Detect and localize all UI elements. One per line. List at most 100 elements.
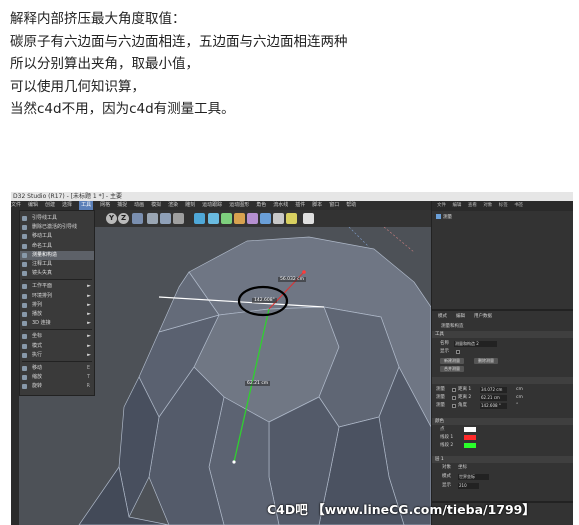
cube-icon[interactable] [194, 213, 205, 224]
segment1-color-swatch[interactable] [464, 435, 476, 440]
nurbs-icon[interactable] [221, 213, 232, 224]
tools-menu-item[interactable]: 工作平面 ► [20, 282, 94, 291]
object-row[interactable]: 测量 [436, 214, 452, 220]
menu-item[interactable]: 角色 [256, 201, 266, 210]
attr-tab-edit[interactable]: 编辑 [456, 314, 465, 320]
measure-row-value[interactable]: 142.608 ° [480, 403, 507, 409]
om-menu-bookmarks[interactable]: 书签 [514, 203, 523, 208]
name-field[interactable]: 测量和构造 2 [454, 341, 497, 347]
new-measure-button[interactable]: 新建测量 [440, 358, 464, 364]
menu-item[interactable]: 捕捉 [117, 201, 127, 210]
submenu-arrow-icon: ► [87, 311, 91, 317]
tools-menu-item[interactable]: 注释工具 [20, 260, 94, 269]
measure-row-checkbox[interactable] [452, 396, 456, 400]
menu-item[interactable]: 帮助 [346, 201, 356, 210]
tools-menu-item-label: 镜头失真 [32, 270, 53, 277]
tools-menu-item-label: 删除已激活的引导线 [32, 224, 78, 231]
menu-item[interactable]: 动画 [134, 201, 144, 210]
axis-row-value[interactable]: 210 [458, 483, 479, 489]
tools-menu-item[interactable]: 排列 ► [20, 301, 94, 310]
tools-menu-item[interactable]: 移动 E [20, 364, 94, 373]
menu-item[interactable]: 插件 [295, 201, 305, 210]
object-manager-menu: 文件 编辑 查看 对象 标签 书签 [432, 201, 573, 211]
tools-menu-item[interactable]: 引导线工具 [20, 214, 94, 223]
point-color-swatch[interactable] [464, 427, 476, 432]
menu-item[interactable]: 运动图形 [229, 201, 249, 210]
menu-item[interactable]: 创建 [45, 201, 55, 210]
mode-icon[interactable] [132, 213, 143, 224]
tool-icon [22, 271, 27, 277]
tools-menu-dropdown: 引导线工具删除已激活的引导线 移动工具 命名工具 测量和构造注释工具 镜头失真工作平面 ►… [19, 210, 95, 396]
axis-row-value[interactable]: 世界坐标 [458, 474, 489, 480]
measure-row-value[interactable]: 34.072 cm [480, 387, 507, 393]
menu-item[interactable]: 渲染 [168, 201, 178, 210]
tool-icon [22, 262, 27, 267]
tools-menu-item[interactable]: 3D 连接 ► [20, 319, 94, 328]
section-tool: 工具 [432, 331, 573, 338]
bulb-icon[interactable] [303, 213, 314, 224]
menu-item[interactable]: 模拟 [151, 201, 161, 210]
menu-item[interactable]: 选择 [62, 201, 72, 210]
om-menu-view[interactable]: 查看 [468, 203, 477, 208]
menu-item[interactable]: 脚本 [312, 201, 322, 210]
om-menu-file[interactable]: 文件 [437, 203, 446, 208]
tools-menu-item[interactable]: 测量和构造 [20, 250, 94, 260]
spline-icon[interactable] [208, 213, 219, 224]
measure-row-label: 测量 [436, 403, 445, 408]
tools-menu-item-label: 测量和构造 [32, 251, 58, 258]
attr-tab-mode[interactable]: 模式 [438, 314, 447, 320]
menu-item[interactable]: 窗口 [329, 201, 339, 210]
tools-menu-item[interactable]: 环境排列 ► [20, 292, 94, 301]
attr-tab-userdata[interactable]: 用户数据 [474, 314, 492, 320]
submenu-arrow-icon: ► [87, 333, 91, 340]
menu-item[interactable]: 雕刻 [185, 201, 195, 210]
segment2-color-swatch[interactable] [464, 443, 476, 448]
menu-item[interactable]: 网格 [100, 201, 110, 210]
camera-icon[interactable] [273, 213, 284, 224]
tools-menu-item[interactable]: 旋转 R [20, 382, 94, 391]
show-checkbox[interactable] [456, 350, 460, 354]
deformer-icon[interactable] [247, 213, 258, 224]
render-icon[interactable] [160, 213, 171, 224]
menu-item[interactable]: 编辑 [28, 201, 38, 210]
tools-menu-item[interactable]: 播放 ► [20, 310, 94, 319]
delete-measure-button[interactable]: 删除测量 [474, 358, 498, 364]
color-row-label: 线段 2 [440, 443, 454, 448]
render-view-icon[interactable] [147, 213, 158, 224]
tools-menu-item[interactable]: 移动工具 [20, 232, 94, 241]
tools-menu-item[interactable]: 命名工具 [20, 242, 94, 251]
measure-row-checkbox[interactable] [452, 404, 456, 408]
measure-row-value[interactable]: 62.21 cm [480, 395, 507, 401]
environment-icon[interactable] [260, 213, 271, 224]
light-icon[interactable] [286, 213, 297, 224]
merge-measure-button[interactable]: 合并测量 [440, 366, 464, 372]
section-layer: 层 1 [432, 456, 573, 463]
tools-menu-item-label: 执行 [32, 351, 43, 358]
distance-label-line: 62.21 cm [245, 381, 271, 386]
tools-menu-item[interactable]: 缩放 T [20, 373, 94, 382]
om-menu-object[interactable]: 对象 [483, 203, 492, 208]
intro-text: 解释内部挤压最大角度取值： 碳原子有六边面与六边面相连，五边面与六边面相连两种 … [10, 8, 570, 121]
measure-row-sub: 距离 2 [458, 395, 472, 400]
axis-z-button[interactable]: Z [118, 213, 129, 224]
menu-item[interactable]: 流水线 [273, 201, 288, 210]
menu-item[interactable]: 文件 [11, 201, 21, 210]
om-menu-edit[interactable]: 编辑 [452, 203, 461, 208]
render-settings-icon[interactable] [173, 213, 184, 224]
submenu-arrow-icon: ► [87, 351, 91, 358]
tools-menu-item[interactable]: 执行 ► [20, 351, 94, 360]
tools-menu-item[interactable]: 模式 ► [20, 342, 94, 351]
om-menu-tags[interactable]: 标签 [499, 203, 508, 208]
axis-row-value[interactable]: 坐标 [458, 465, 467, 471]
axis-y-button[interactable]: Y [106, 213, 117, 224]
array-icon[interactable] [234, 213, 245, 224]
tools-menu-item[interactable]: 坐标 ► [20, 332, 94, 341]
tools-menu-item-label: 引导线工具 [32, 215, 58, 221]
menu-item[interactable]: 运动跟踪 [202, 201, 222, 210]
tool-icon [22, 284, 27, 290]
tool-icon [22, 321, 27, 327]
menu-item[interactable]: 工具 [79, 201, 94, 210]
tools-menu-item[interactable]: 镜头失真 [20, 269, 94, 278]
measure-row-checkbox[interactable] [452, 388, 456, 392]
tools-menu-item[interactable]: 删除已激活的引导线 [20, 223, 94, 232]
